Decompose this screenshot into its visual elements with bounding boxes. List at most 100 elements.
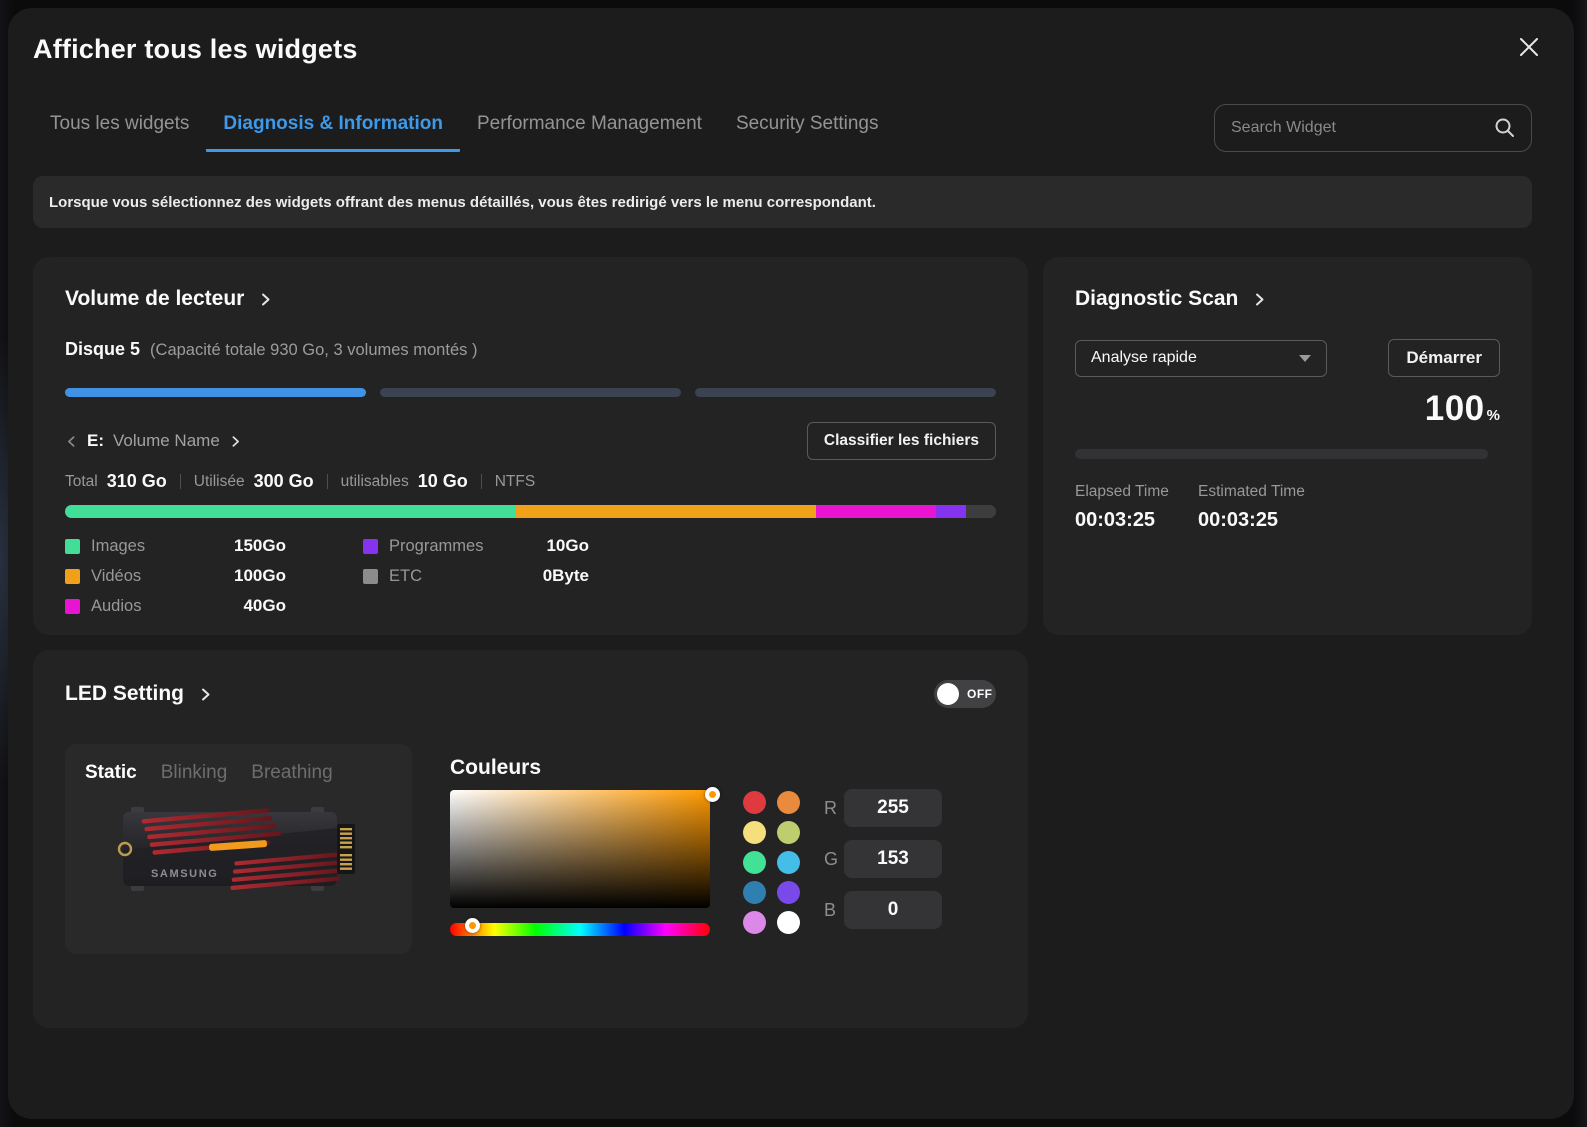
classify-files-button[interactable]: Classifier les fichiers [807, 422, 996, 460]
chevron-right-icon [1252, 292, 1267, 307]
legend-item: Vidéos 100Go [65, 561, 286, 591]
legend-swatch [65, 539, 80, 554]
scan-type-select[interactable]: Analyse rapide [1075, 340, 1327, 377]
rgb-value: 0 [888, 899, 899, 921]
color-swatch[interactable] [777, 821, 800, 844]
disk-volume-segment[interactable] [695, 388, 996, 397]
tab-bar-row: Tous les widgets Diagnosis & Information… [33, 103, 1532, 152]
usage-bar-segment [516, 505, 817, 518]
colors-title: Couleurs [450, 756, 710, 780]
hue-slider[interactable] [450, 923, 710, 936]
chevron-left-icon[interactable] [65, 435, 78, 448]
legend-value: 40Go [243, 596, 286, 616]
chevron-down-icon [1299, 355, 1311, 362]
color-swatch[interactable] [743, 791, 766, 814]
hue-slider-thumb[interactable] [465, 918, 480, 933]
scan-controls: Analyse rapide Démarrer [1075, 339, 1500, 377]
usage-bar-segment [936, 505, 966, 518]
led-mode-tab[interactable]: Blinking [161, 762, 228, 784]
notice-banner: Lorsque vous sélectionnez des widgets of… [33, 176, 1532, 228]
page-title: Afficher tous les widgets [33, 34, 1532, 65]
led-body: Static Blinking Breathing [65, 744, 996, 954]
legend-value: 100Go [234, 566, 286, 586]
ssd-brand-label: SAMSUNG [151, 868, 218, 880]
led-mode-tabs: Static Blinking Breathing [85, 762, 392, 784]
legend-item: Audios 40Go [65, 591, 286, 621]
color-gradient-thumb[interactable] [705, 787, 720, 802]
usage-bar-segment [966, 505, 996, 518]
disk-capacity-info: (Capacité totale 930 Go, 3 volumes monté… [150, 341, 477, 360]
divider [327, 474, 328, 489]
drive-volume-header[interactable]: Volume de lecteur [65, 287, 996, 311]
led-setting-card: LED Setting OFF Static Blinking [33, 650, 1028, 1028]
usage-legend: Images 150Go Vidéos 100Go Audios 40Go [65, 531, 996, 621]
legend-label: Images [91, 537, 145, 556]
disk-volume-segment[interactable] [65, 388, 366, 397]
color-swatches [743, 791, 800, 954]
led-setting-title: LED Setting [65, 682, 184, 706]
color-swatch[interactable] [743, 911, 766, 934]
rgb-fields: R 255 G 153 [824, 789, 942, 954]
legend-label: ETC [389, 567, 422, 586]
estimated-time-value: 00:03:25 [1198, 509, 1500, 532]
drive-volume-title: Volume de lecteur [65, 287, 244, 311]
legend-item: Programmes 10Go [363, 531, 589, 561]
color-swatch[interactable] [777, 851, 800, 874]
free-value: 10 Go [418, 471, 468, 492]
disk-volume-segment[interactable] [380, 388, 681, 397]
rgb-value-input[interactable]: 153 [844, 840, 942, 878]
color-swatch[interactable] [743, 821, 766, 844]
chevron-right-icon[interactable] [229, 435, 242, 448]
rgb-row: B 0 [824, 891, 942, 929]
legend-swatch [65, 569, 80, 584]
diagnostic-scan-title: Diagnostic Scan [1075, 287, 1238, 311]
tab[interactable]: Performance Management [460, 103, 719, 152]
rgb-value-input[interactable]: 255 [844, 789, 942, 827]
rgb-channel-label: R [824, 798, 844, 819]
disk-volume-segments [65, 388, 996, 397]
led-toggle[interactable]: OFF [934, 680, 996, 708]
notice-text: Lorsque vous sélectionnez des widgets of… [49, 194, 876, 211]
search-icon[interactable] [1494, 117, 1515, 138]
filesystem-label: NTFS [495, 473, 535, 491]
toggle-knob [937, 683, 959, 705]
diagnostic-scan-header[interactable]: Diagnostic Scan [1075, 287, 1500, 311]
search-input[interactable] [1231, 119, 1494, 137]
tab[interactable]: Tous les widgets [33, 103, 206, 152]
progress-unit: % [1487, 407, 1500, 424]
search-box[interactable] [1214, 104, 1532, 152]
disk-name: Disque 5 [65, 339, 140, 360]
rgb-value-input[interactable]: 0 [844, 891, 942, 929]
color-section: Couleurs [450, 744, 942, 954]
scan-progress-value: 100% [1075, 389, 1500, 429]
color-swatch[interactable] [777, 881, 800, 904]
tab[interactable]: Diagnosis & Information [206, 103, 460, 152]
volume-name: Volume Name [113, 431, 220, 451]
close-icon [1518, 36, 1540, 58]
led-mode-tab[interactable]: Static [85, 762, 137, 784]
disk-info-line: Disque 5 (Capacité totale 930 Go, 3 volu… [65, 339, 996, 360]
close-button[interactable] [1514, 32, 1544, 62]
elapsed-time-label: Elapsed Time [1075, 483, 1198, 501]
led-setting-title-row[interactable]: LED Setting [65, 682, 213, 706]
color-swatch[interactable] [777, 791, 800, 814]
color-swatch[interactable] [777, 911, 800, 934]
cards-row: Volume de lecteur Disque 5 (Capacité tot… [33, 257, 1532, 635]
rgb-channel-label: B [824, 900, 844, 921]
color-picker: Couleurs [450, 744, 710, 954]
tab[interactable]: Security Settings [719, 103, 896, 152]
legend-value: 150Go [234, 536, 286, 556]
scan-type-value: Analyse rapide [1091, 349, 1197, 367]
color-swatch[interactable] [743, 851, 766, 874]
usage-bar-segment [816, 505, 936, 518]
rgb-channel-label: G [824, 849, 844, 870]
divider [481, 474, 482, 489]
legend-label: Vidéos [91, 567, 141, 586]
color-swatch[interactable] [743, 881, 766, 904]
rgb-row: G 153 [824, 840, 942, 878]
ssd-image: SAMSUNG [113, 798, 365, 900]
led-mode-tab[interactable]: Breathing [251, 762, 332, 784]
legend-label: Programmes [389, 537, 483, 556]
color-gradient-box[interactable] [450, 790, 710, 908]
start-scan-button[interactable]: Démarrer [1388, 339, 1500, 377]
